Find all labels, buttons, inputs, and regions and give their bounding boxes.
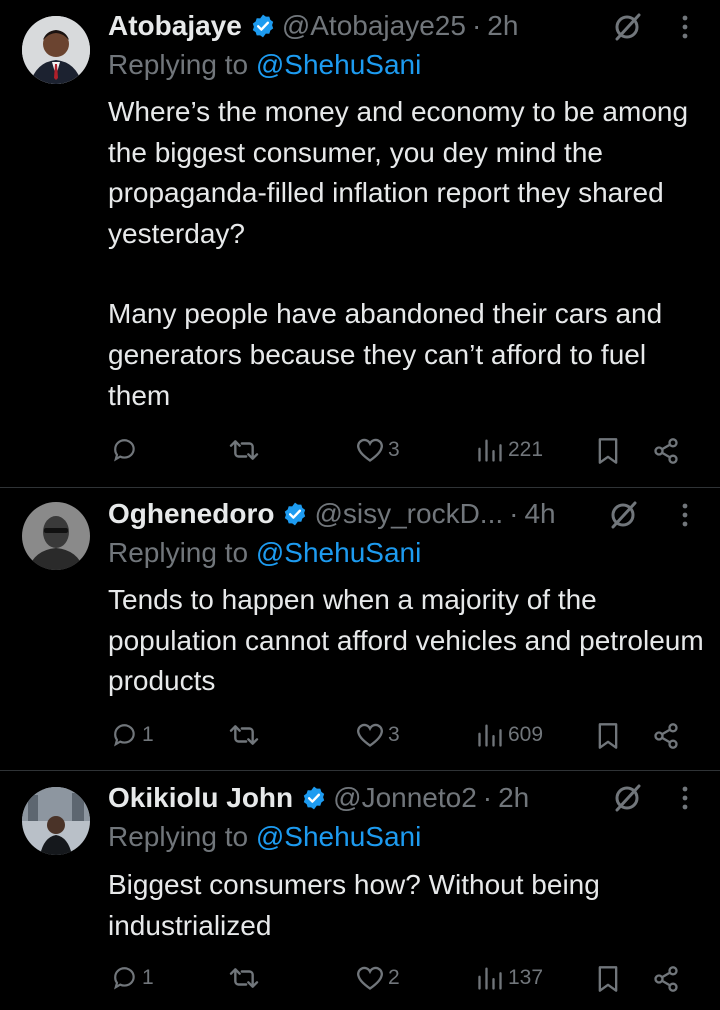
like-icon bbox=[357, 438, 383, 462]
display-name[interactable]: Atobajaye bbox=[108, 10, 242, 42]
tweet-paragraph: Where’s the money and economy to be amon… bbox=[108, 96, 689, 249]
verified-badge-icon bbox=[285, 502, 306, 526]
reply-count: 1 bbox=[142, 723, 154, 746]
retweet-button[interactable] bbox=[226, 722, 266, 748]
retweet-icon bbox=[229, 440, 259, 460]
grok-icon[interactable] bbox=[608, 500, 638, 530]
like-icon bbox=[357, 966, 383, 990]
tweet-paragraph: Biggest consumers how? Without being ind… bbox=[108, 869, 600, 941]
views-icon bbox=[478, 439, 502, 462]
replying-to: Replying to @ShehuSani bbox=[108, 821, 421, 853]
views-button[interactable]: 221 bbox=[476, 437, 543, 463]
replying-to: Replying to @ShehuSani bbox=[108, 537, 421, 569]
verified-badge-icon bbox=[303, 786, 325, 810]
bookmark-button[interactable] bbox=[596, 722, 620, 750]
tweet-header: Oghenedoro @sisy_rockD... · 4h bbox=[108, 496, 556, 532]
bookmark-icon bbox=[598, 723, 618, 749]
more-icon[interactable] bbox=[680, 500, 690, 530]
bookmark-button[interactable] bbox=[596, 965, 620, 993]
bookmark-button[interactable] bbox=[596, 437, 620, 465]
share-button[interactable] bbox=[652, 722, 680, 750]
retweet-icon bbox=[229, 968, 259, 988]
avatar-photo-icon bbox=[22, 502, 90, 570]
tweet-1[interactable]: Atobajaye @Atobajaye25 · 2h Replying to … bbox=[0, 0, 720, 487]
reply-icon bbox=[114, 724, 135, 747]
reply-button[interactable] bbox=[112, 437, 142, 463]
retweet-button[interactable] bbox=[226, 965, 266, 991]
replying-to-label: Replying to bbox=[108, 49, 256, 80]
like-count: 2 bbox=[388, 966, 400, 989]
avatar[interactable] bbox=[22, 16, 90, 84]
tweet-2[interactable]: Oghenedoro @sisy_rockD... · 4h Replying … bbox=[0, 488, 720, 770]
more-icon[interactable] bbox=[680, 783, 690, 813]
like-button[interactable]: 3 bbox=[356, 722, 400, 748]
like-button[interactable]: 3 bbox=[356, 437, 400, 463]
views-count: 609 bbox=[508, 723, 544, 746]
username[interactable]: @sisy_rockD... bbox=[314, 498, 503, 530]
views-count: 221 bbox=[508, 438, 544, 461]
more-icon[interactable] bbox=[680, 12, 690, 42]
retweet-button[interactable] bbox=[226, 437, 266, 463]
bookmark-icon bbox=[598, 966, 618, 992]
views-icon bbox=[478, 724, 502, 747]
verified-badge-icon bbox=[252, 14, 274, 38]
display-name[interactable]: Okikiolu John bbox=[108, 782, 293, 814]
tweet-text: Tends to happen when a majority of the p… bbox=[108, 580, 708, 702]
timestamp[interactable]: 4h bbox=[524, 498, 555, 530]
tweet-3[interactable]: Okikiolu John @Jonneto2 · 2h Replying to… bbox=[0, 771, 720, 1010]
retweet-icon bbox=[229, 725, 259, 745]
share-button[interactable] bbox=[652, 437, 680, 465]
replying-to: Replying to @ShehuSani bbox=[108, 49, 421, 81]
timestamp[interactable]: 2h bbox=[498, 782, 529, 814]
reply-count: 1 bbox=[142, 966, 154, 989]
avatar-photo-icon bbox=[22, 787, 90, 855]
views-icon bbox=[478, 967, 502, 990]
like-count: 3 bbox=[388, 723, 400, 746]
tweet-header: Atobajaye @Atobajaye25 · 2h bbox=[108, 8, 518, 44]
share-icon bbox=[654, 723, 678, 749]
display-name[interactable]: Oghenedoro bbox=[108, 498, 274, 530]
tweet-paragraph: Many people have abandoned their cars an… bbox=[108, 298, 663, 411]
bookmark-icon bbox=[598, 438, 618, 464]
tweet-text: Biggest consumers how? Without being ind… bbox=[108, 865, 708, 946]
share-icon bbox=[654, 966, 678, 992]
views-button[interactable]: 137 bbox=[476, 965, 543, 991]
grok-icon[interactable] bbox=[612, 12, 642, 42]
replying-to-label: Replying to bbox=[108, 821, 256, 852]
reply-button[interactable]: 1 bbox=[112, 965, 154, 991]
reply-icon bbox=[114, 967, 135, 990]
mention-link[interactable]: @ShehuSani bbox=[256, 49, 421, 80]
like-icon bbox=[357, 723, 383, 747]
mention-link[interactable]: @ShehuSani bbox=[256, 821, 421, 852]
views-button[interactable]: 609 bbox=[476, 722, 543, 748]
like-count: 3 bbox=[388, 438, 400, 461]
share-button[interactable] bbox=[652, 965, 680, 993]
separator-dot: · bbox=[482, 782, 493, 813]
username[interactable]: @Jonneto2 bbox=[333, 782, 477, 814]
share-icon bbox=[654, 438, 678, 464]
grok-icon[interactable] bbox=[612, 783, 642, 813]
tweet-paragraph: Tends to happen when a majority of the p… bbox=[108, 584, 704, 697]
replying-to-label: Replying to bbox=[108, 537, 256, 568]
avatar[interactable] bbox=[22, 787, 90, 855]
views-count: 137 bbox=[508, 966, 544, 989]
mention-link[interactable]: @ShehuSani bbox=[256, 537, 421, 568]
like-button[interactable]: 2 bbox=[356, 965, 400, 991]
separator-dot: · bbox=[509, 498, 519, 529]
avatar-photo-icon bbox=[22, 16, 90, 84]
timestamp[interactable]: 2h bbox=[487, 10, 518, 42]
tweet-header: Okikiolu John @Jonneto2 · 2h bbox=[108, 780, 529, 816]
avatar[interactable] bbox=[22, 502, 90, 570]
reply-icon bbox=[114, 439, 135, 462]
reply-button[interactable]: 1 bbox=[112, 722, 154, 748]
separator-dot: · bbox=[471, 10, 482, 41]
username[interactable]: @Atobajaye25 bbox=[282, 10, 466, 42]
tweet-text: Where’s the money and economy to be amon… bbox=[108, 92, 708, 416]
